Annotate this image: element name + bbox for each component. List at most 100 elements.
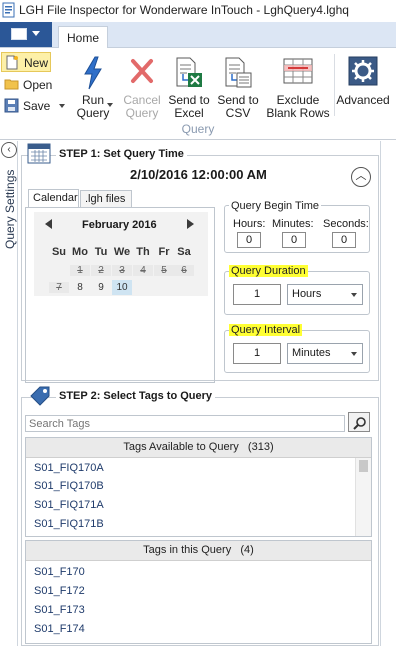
new-button[interactable]: New xyxy=(1,52,51,72)
query-datetime: 2/10/2016 12:00:00 AM xyxy=(130,167,267,182)
day-of-week: Sa xyxy=(177,246,191,258)
tab-calendar[interactable]: Calendar xyxy=(28,189,79,207)
list-item[interactable]: S01_FIQ171B xyxy=(34,518,104,530)
collapse-up-icon[interactable]: ︿ xyxy=(351,167,371,187)
day-of-week: Mo xyxy=(72,246,88,258)
calendar-day[interactable]: 2 xyxy=(91,265,111,276)
document-icon xyxy=(11,28,27,40)
list-item[interactable]: S01_F170 xyxy=(34,566,85,578)
calendar-day[interactable]: 7 xyxy=(49,282,69,293)
calendar-day[interactable]: 6 xyxy=(174,265,194,276)
calendar-day[interactable]: 3 xyxy=(112,265,132,276)
next-month-icon[interactable] xyxy=(187,219,194,229)
begin-time-legend: Query Begin Time xyxy=(229,200,322,212)
tab-lgh-files[interactable]: .lgh files xyxy=(80,190,132,208)
collapse-panel-icon[interactable]: ‹ xyxy=(1,142,17,158)
step1-title: STEP 1: Set Query Time xyxy=(56,148,187,160)
calendar-day[interactable]: 1 xyxy=(70,265,90,276)
duration-unit-value: Hours xyxy=(292,288,322,300)
seconds-input[interactable]: 0 xyxy=(332,232,356,248)
send-to-csv-button[interactable]: Send to CSV xyxy=(214,52,262,120)
interval-unit-select[interactable]: Minutes xyxy=(287,343,363,364)
advanced-button[interactable]: Advanced xyxy=(334,52,392,118)
day-of-week: Th xyxy=(136,246,150,258)
chevron-down-icon xyxy=(351,352,357,356)
cancel-label-line1: Cancel xyxy=(123,93,161,107)
send-excel-line2: Excel xyxy=(174,106,204,120)
calendar-day-selected[interactable]: 10 xyxy=(112,280,132,295)
search-icon xyxy=(353,417,366,430)
exclude-line2: Blank Rows xyxy=(266,106,330,120)
calendar-day[interactable]: 8 xyxy=(70,282,90,293)
duration-value-input[interactable]: 1 xyxy=(233,284,281,305)
lightning-icon xyxy=(84,56,102,90)
excel-export-icon xyxy=(176,57,202,87)
table-rows-icon xyxy=(283,58,313,84)
minutes-label: Minutes: xyxy=(272,218,314,230)
interval-legend: Query Interval xyxy=(229,324,303,336)
minutes-input[interactable]: 0 xyxy=(282,232,306,248)
list-item[interactable]: S01_F174 xyxy=(34,623,85,635)
cancel-label-line2: Query xyxy=(125,106,159,120)
run-query-button[interactable]: Run Query xyxy=(71,52,115,120)
query-tags-header: Tags in this Query (4) xyxy=(26,541,371,561)
send-excel-line1: Send to xyxy=(168,93,210,107)
calendar-month-label: February 2016 xyxy=(82,219,157,231)
duration-unit-select[interactable]: Hours xyxy=(287,284,363,305)
search-button[interactable] xyxy=(348,412,370,432)
interval-value-input[interactable]: 1 xyxy=(233,343,281,364)
gear-icon xyxy=(348,56,378,86)
open-button[interactable]: Open xyxy=(1,75,57,95)
folder-icon xyxy=(4,79,19,90)
hours-label: Hours: xyxy=(233,218,266,230)
seconds-label: Seconds: xyxy=(323,218,369,230)
search-tags-input[interactable] xyxy=(25,415,345,432)
hours-input[interactable]: 0 xyxy=(237,232,261,248)
query-count: (4) xyxy=(240,544,254,556)
day-of-week: Tu xyxy=(94,246,108,258)
list-item[interactable]: S01_FIQ170A xyxy=(34,462,104,474)
available-header-label: Tags Available to Query xyxy=(123,441,239,453)
red-x-icon xyxy=(131,59,153,83)
duration-legend: Query Duration xyxy=(229,265,308,277)
window-title: LGH File Inspector for Wonderware InTouc… xyxy=(19,3,349,17)
chevron-down-icon xyxy=(32,31,40,36)
send-to-excel-button[interactable]: Send to Excel xyxy=(165,52,213,120)
tag-icon xyxy=(30,386,50,406)
previous-month-icon[interactable] xyxy=(45,219,52,229)
calendar-day[interactable]: 4 xyxy=(133,265,153,276)
save-disk-icon xyxy=(4,98,19,113)
day-of-week: We xyxy=(113,246,131,258)
list-item[interactable]: S01_FIQ170B xyxy=(34,480,104,492)
file-menu-button[interactable] xyxy=(0,22,52,47)
chevron-down-icon xyxy=(351,293,357,297)
chevron-down-icon xyxy=(107,103,113,107)
calendar-day[interactable]: 5 xyxy=(154,265,174,276)
list-item[interactable]: S01_F172 xyxy=(34,585,85,597)
calendar-icon xyxy=(27,143,51,164)
query-settings-tab[interactable]: Query Settings xyxy=(3,170,17,249)
available-tags-header: Tags Available to Query (313) xyxy=(26,438,371,458)
chevron-down-icon xyxy=(59,104,65,108)
ribbon-group-label: Query xyxy=(181,122,215,136)
title-bar: LGH File Inspector for Wonderware InTouc… xyxy=(0,0,396,22)
cancel-query-button[interactable]: Cancel Query xyxy=(119,52,165,120)
csv-export-icon xyxy=(225,57,252,88)
app-icon xyxy=(2,2,15,18)
send-csv-line2: CSV xyxy=(225,106,251,120)
list-item[interactable]: S01_FIQ171A xyxy=(34,499,104,511)
save-button[interactable]: Save xyxy=(1,96,67,116)
interval-unit-value: Minutes xyxy=(292,347,331,359)
day-of-week: Su xyxy=(51,246,67,258)
calendar-day[interactable]: 9 xyxy=(91,282,111,293)
scrollbar-thumb[interactable] xyxy=(359,460,368,472)
available-scrollbar[interactable] xyxy=(355,458,371,536)
send-csv-line1: Send to xyxy=(217,93,259,107)
exclude-blank-rows-button[interactable]: Exclude Blank Rows xyxy=(264,52,332,120)
query-header-label: Tags in this Query xyxy=(143,544,232,556)
right-gutter xyxy=(380,141,396,646)
list-item[interactable]: S01_F173 xyxy=(34,604,85,616)
day-of-week: Fr xyxy=(158,246,170,258)
run-label-line2: Query xyxy=(76,106,110,120)
tab-home[interactable]: Home xyxy=(58,26,108,49)
